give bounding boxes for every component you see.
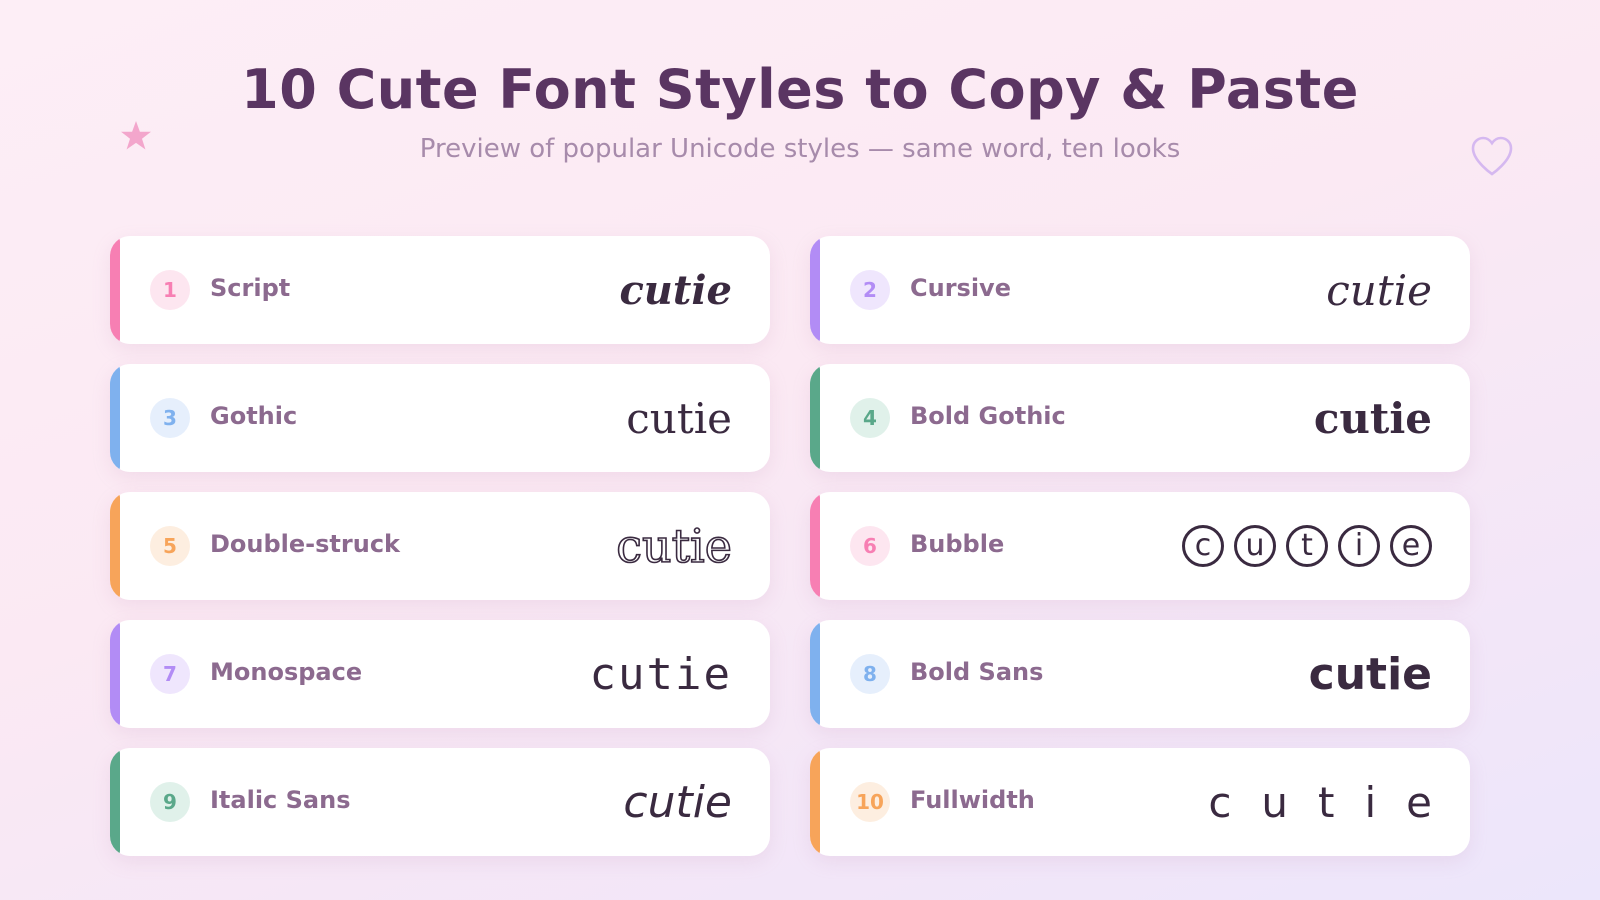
style-sample[interactable]: cutie [590,638,732,710]
style-name: Fullwidth [910,786,1035,814]
style-card-gothic[interactable]: 3 Gothic cutie [110,364,770,472]
card-accent-bar [810,364,820,472]
bubble-letter: u [1234,525,1276,567]
style-sample[interactable]: cutie [619,254,732,326]
style-card-monospace[interactable]: 7 Monospace cutie [110,620,770,728]
page-subtitle: Preview of popular Unicode styles — same… [419,134,1181,164]
bubble-letter: e [1390,525,1432,567]
bubble-letter: i [1338,525,1380,567]
style-sample[interactable]: cutie [1208,766,1462,838]
style-card-script[interactable]: 1 Script cutie [110,236,770,344]
style-number-badge: 8 [850,654,890,694]
card-accent-bar [110,620,120,728]
card-accent-bar [110,236,120,344]
style-sample[interactable]: cutie [626,382,732,454]
card-accent-bar [110,364,120,472]
style-name: Double-struck [210,530,401,558]
style-name: Bold Gothic [910,402,1066,430]
style-sample[interactable]: c u t i e [1182,510,1432,582]
style-card-double-struck[interactable]: 5 Double-struck cutie [110,492,770,600]
page-title: 10 Cute Font Styles to Copy & Paste [241,58,1359,121]
style-name: Bold Sans [910,658,1044,686]
style-sample[interactable]: cutie [1309,638,1432,710]
style-name: Italic Sans [210,786,351,814]
style-number-badge: 6 [850,526,890,566]
style-card-bubble[interactable]: 6 Bubble c u t i e [810,492,1470,600]
style-number-badge: 1 [150,270,190,310]
style-card-bold-sans[interactable]: 8 Bold Sans cutie [810,620,1470,728]
card-accent-bar [810,620,820,728]
style-number-badge: 10 [850,782,890,822]
font-style-grid: 1 Script cutie 2 Cursive cutie 3 Gothic … [110,236,1470,856]
card-accent-bar [810,236,820,344]
style-sample[interactable]: cutie [623,766,732,838]
style-card-fullwidth[interactable]: 10 Fullwidth cutie [810,748,1470,856]
style-number-badge: 4 [850,398,890,438]
heart-outline-icon [1471,136,1513,176]
style-sample[interactable]: cutie [1326,254,1432,326]
style-name: Script [210,274,291,302]
style-card-italic-sans[interactable]: 9 Italic Sans cutie [110,748,770,856]
style-number-badge: 5 [150,526,190,566]
style-card-cursive[interactable]: 2 Cursive cutie [810,236,1470,344]
bubble-letter: t [1286,525,1328,567]
style-name: Monospace [210,658,363,686]
style-sample[interactable]: cutie [615,510,732,582]
star-icon [121,121,151,150]
style-number-badge: 3 [150,398,190,438]
style-name: Cursive [910,274,1011,302]
style-name: Bubble [910,530,1005,558]
style-number-badge: 7 [150,654,190,694]
card-accent-bar [110,492,120,600]
style-number-badge: 9 [150,782,190,822]
style-card-bold-gothic[interactable]: 4 Bold Gothic cutie [810,364,1470,472]
card-accent-bar [110,748,120,856]
card-accent-bar [810,492,820,600]
card-accent-bar [810,748,820,856]
style-number-badge: 2 [850,270,890,310]
style-name: Gothic [210,402,298,430]
bubble-letter: c [1182,525,1224,567]
style-sample[interactable]: cutie [1314,382,1432,454]
